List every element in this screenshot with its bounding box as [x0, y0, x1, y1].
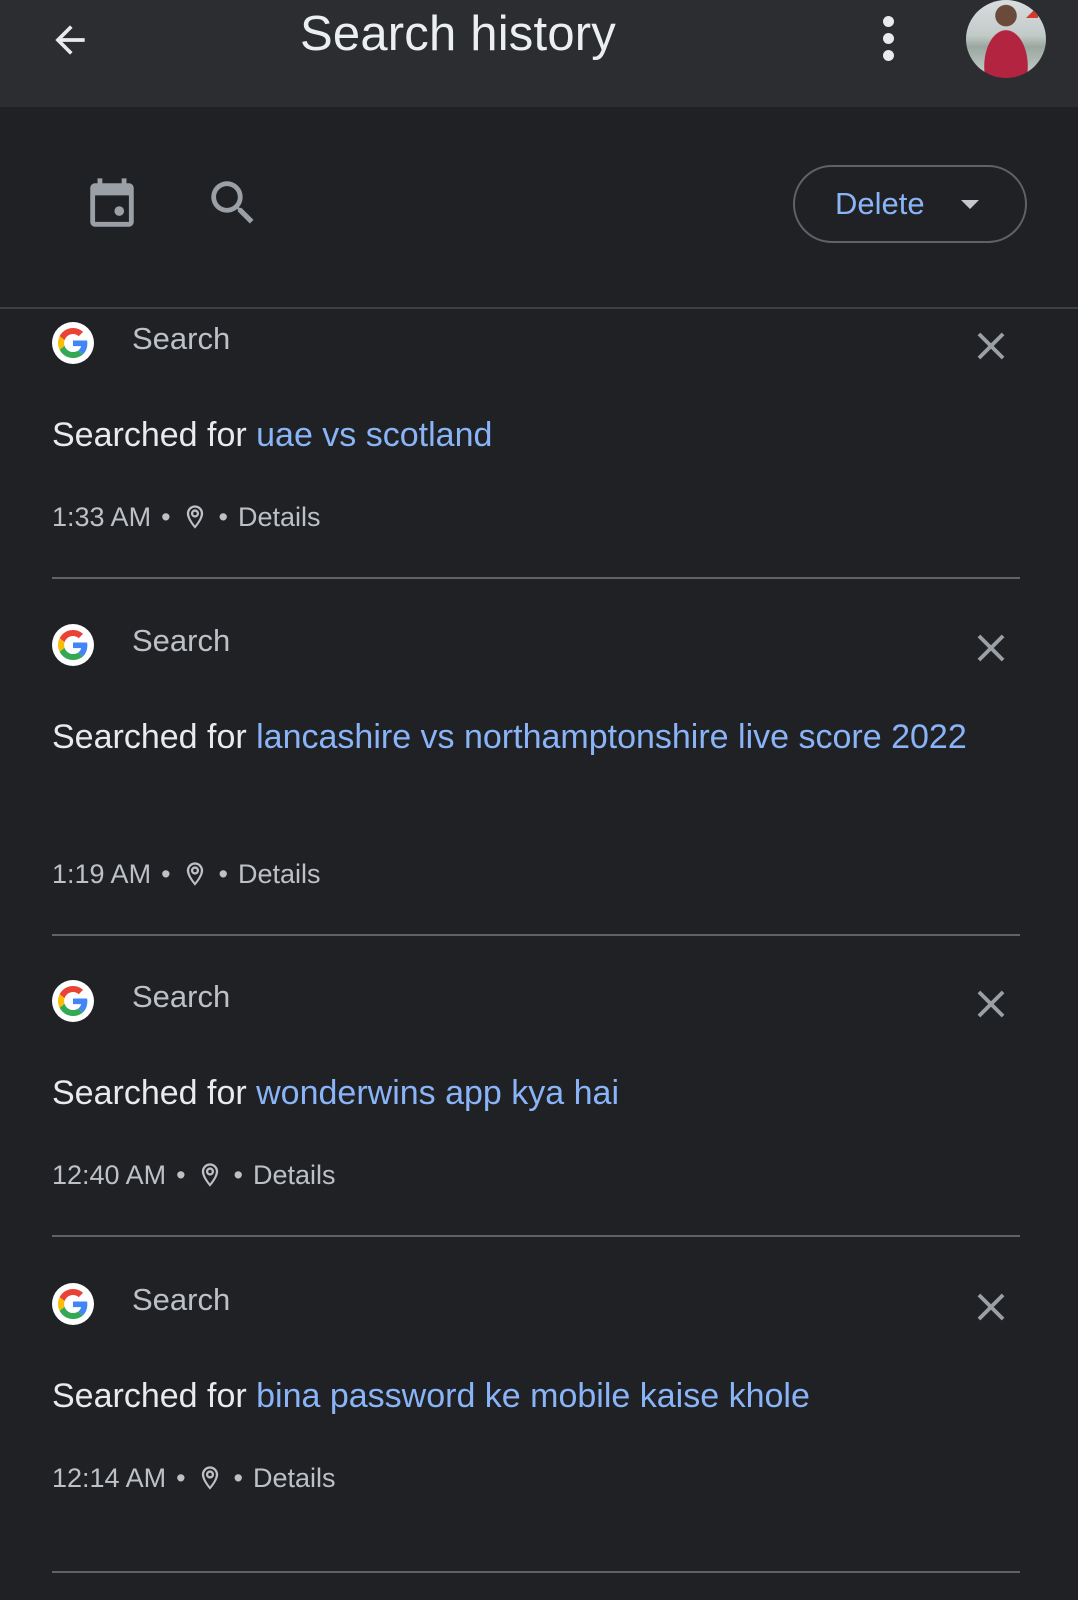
- search-history-button[interactable]: [203, 173, 263, 233]
- item-divider: [52, 934, 1020, 936]
- more-vert-icon: [882, 15, 894, 27]
- activity-time: 12:40 AM: [52, 1159, 167, 1190]
- location-pin-icon[interactable]: [196, 1159, 224, 1191]
- headline-prefix: Searched for: [52, 1074, 257, 1112]
- arrow-back-icon: [55, 25, 85, 55]
- delete-dropdown-button[interactable]: Delete: [793, 165, 1027, 243]
- app-bar: Search history: [0, 0, 1078, 107]
- google-logo-icon: [52, 1283, 94, 1325]
- separator-dot: •: [218, 858, 228, 889]
- product-label: Search: [132, 623, 231, 658]
- separator-dot: •: [161, 858, 171, 889]
- activity-headline: Searched for lancashire vs northamptonsh…: [52, 710, 1012, 765]
- item-divider: [52, 1571, 1020, 1573]
- activity-headline: Searched for bina password ke mobile kai…: [52, 1369, 1012, 1424]
- details-link[interactable]: Details: [238, 859, 321, 890]
- toolbar-divider: [0, 307, 1078, 309]
- calendar-filter-button[interactable]: [82, 175, 142, 235]
- close-icon: [977, 634, 1005, 662]
- details-link[interactable]: Details: [238, 502, 321, 533]
- separator-dot: •: [176, 1159, 186, 1190]
- activity-headline: Searched for wonderwins app kya hai: [52, 1066, 1012, 1121]
- details-link[interactable]: Details: [253, 1160, 336, 1191]
- close-icon: [977, 990, 1005, 1018]
- activity-time: 12:14 AM: [52, 1462, 167, 1493]
- separator-dot: •: [218, 501, 228, 532]
- product-label: Search: [132, 979, 231, 1014]
- close-icon: [977, 332, 1005, 360]
- product-label: Search: [132, 321, 231, 356]
- search-query-link[interactable]: uae vs scotland: [256, 416, 492, 454]
- activity-meta: 1:19 AM • • Details: [52, 858, 321, 890]
- location-pin-icon[interactable]: [196, 1462, 224, 1494]
- item-divider: [52, 577, 1020, 579]
- google-logo-icon: [52, 980, 94, 1022]
- location-pin-icon[interactable]: [181, 858, 209, 890]
- delete-item-button[interactable]: [963, 318, 1019, 374]
- delete-item-button[interactable]: [963, 976, 1019, 1032]
- separator-dot: •: [161, 501, 171, 532]
- account-avatar[interactable]: [966, 0, 1046, 78]
- separator-dot: •: [233, 1159, 243, 1190]
- headline-prefix: Searched for: [52, 416, 257, 454]
- close-icon: [977, 1293, 1005, 1321]
- item-divider: [52, 1235, 1020, 1237]
- search-query-link[interactable]: wonderwins app kya hai: [256, 1074, 619, 1112]
- product-label: Search: [132, 1282, 231, 1317]
- google-logo-icon: [52, 322, 94, 364]
- activity-meta: 12:40 AM • • Details: [52, 1159, 336, 1191]
- headline-prefix: Searched for: [52, 718, 257, 756]
- search-query-link[interactable]: lancashire vs northamptonshire live scor…: [256, 718, 967, 756]
- separator-dot: •: [233, 1462, 243, 1493]
- search-icon: [211, 181, 254, 224]
- delete-label: Delete: [835, 186, 925, 221]
- page-title: Search history: [300, 7, 616, 61]
- details-link[interactable]: Details: [253, 1463, 336, 1494]
- headline-prefix: Searched for: [52, 1377, 257, 1415]
- back-button[interactable]: [44, 14, 96, 66]
- activity-headline: Searched for uae vs scotland: [52, 408, 1012, 463]
- activity-meta: 1:33 AM • • Details: [52, 501, 321, 533]
- more-options-button[interactable]: [868, 12, 908, 64]
- google-logo-icon: [52, 624, 94, 666]
- delete-item-button[interactable]: [963, 620, 1019, 676]
- filter-toolbar: Delete: [0, 107, 1078, 307]
- activity-time: 1:33 AM: [52, 501, 152, 532]
- activity-time: 1:19 AM: [52, 858, 152, 889]
- separator-dot: •: [176, 1462, 186, 1493]
- delete-item-button[interactable]: [963, 1279, 1019, 1335]
- calendar-icon: [90, 178, 134, 227]
- location-pin-icon[interactable]: [181, 501, 209, 533]
- arrow-drop-down-icon: [960, 199, 979, 209]
- activity-meta: 12:14 AM • • Details: [52, 1462, 336, 1494]
- search-query-link[interactable]: bina password ke mobile kaise khole: [256, 1377, 810, 1415]
